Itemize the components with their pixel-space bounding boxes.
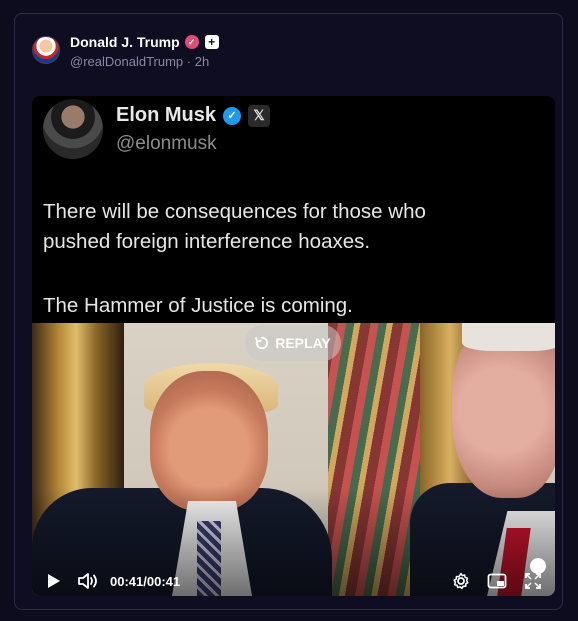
verified-badge-icon: ✓ (184, 35, 199, 49)
picture-in-picture-icon (487, 573, 507, 589)
plus-badge-icon[interactable]: + (204, 35, 219, 49)
embedded-tweet-frame: Elon Musk ✓ 𝕏 @elonmusk There will be co… (32, 96, 555, 323)
author-handle-row: @realDonaldTrump · 2h (70, 54, 219, 69)
video-time: 00:41/00:41 (110, 574, 180, 589)
volume-icon (78, 573, 97, 589)
replay-label: REPLAY (275, 335, 331, 351)
tweet-text-line-2: pushed foreign interference hoaxes. (43, 230, 371, 253)
tweet-text-line-1: There will be consequences for those who (43, 200, 426, 223)
video-frame-photo (32, 323, 555, 596)
fullscreen-icon (525, 573, 541, 589)
tweet-author-avatar (43, 99, 103, 159)
replay-button[interactable]: REPLAY (245, 325, 341, 361)
x-logo-icon: 𝕏 (248, 104, 271, 127)
tweet-verified-icon: ✓ (223, 106, 242, 125)
play-button[interactable] (46, 572, 62, 590)
tweet-name-row: Elon Musk ✓ 𝕏 (116, 104, 271, 127)
post-card: Donald J. Trump ✓ + @realDonaldTrump · 2… (14, 13, 563, 610)
author-avatar[interactable] (32, 36, 60, 64)
video-vignette (32, 323, 555, 596)
author-handle[interactable]: @realDonaldTrump (70, 54, 183, 69)
gear-icon (453, 572, 469, 590)
author-meta: Donald J. Trump ✓ + @realDonaldTrump · 2… (70, 32, 219, 69)
video-controls: 00:41/00:41 (32, 566, 555, 596)
author-name-row: Donald J. Trump ✓ + (70, 32, 219, 52)
separator-dot: · (186, 54, 192, 69)
settings-button[interactable] (452, 572, 470, 590)
tweet-text-line-3: The Hammer of Justice is coming. (43, 294, 353, 317)
post-header: Donald J. Trump ✓ + @realDonaldTrump · 2… (32, 32, 219, 69)
tweet-author-handle: @elonmusk (116, 133, 217, 154)
author-name[interactable]: Donald J. Trump (70, 34, 180, 50)
play-icon (48, 574, 60, 588)
tweet-author-name: Elon Musk (116, 104, 217, 126)
replay-icon (255, 336, 269, 350)
picture-in-picture-button[interactable] (487, 572, 507, 590)
time-current: 00:41 (110, 574, 144, 589)
post-timestamp[interactable]: 2h (195, 54, 209, 69)
volume-button[interactable] (78, 572, 98, 590)
video-player[interactable]: Elon Musk ✓ 𝕏 @elonmusk There will be co… (32, 96, 555, 596)
time-total: 00:41 (146, 574, 181, 589)
fullscreen-button[interactable] (524, 572, 542, 590)
